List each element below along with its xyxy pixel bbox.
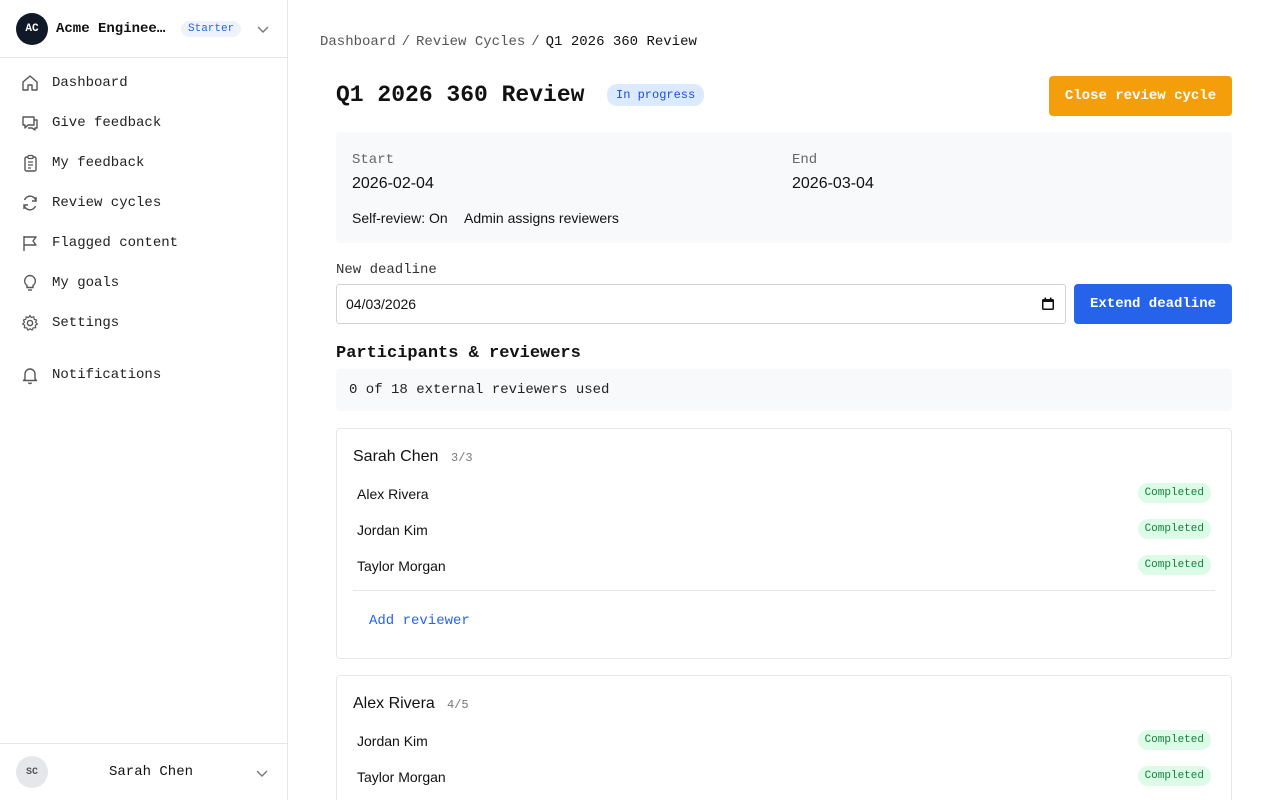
reviewer-name: Alex Rivera: [357, 486, 429, 502]
status-badge: Completed: [1137, 730, 1211, 750]
sidebar-item-settings[interactable]: Settings: [20, 311, 119, 335]
sidebar-item-label: Review cycles: [52, 195, 162, 211]
close-review-cycle-button[interactable]: Close review cycle: [1049, 76, 1232, 116]
sidebar-item-my-feedback[interactable]: My feedback: [20, 151, 144, 175]
status-badge: Completed: [1137, 766, 1211, 786]
self-review-setting: Self-review: On: [352, 210, 448, 226]
new-deadline-field[interactable]: 04/03/2026: [336, 284, 1066, 324]
clipboard-icon: [24, 154, 37, 172]
new-deadline-value: 04/03/2026: [346, 296, 417, 312]
status-badge: Completed: [1137, 519, 1211, 539]
sidebar-item-notifications[interactable]: Notifications: [20, 363, 161, 387]
sidebar-divider: [0, 57, 287, 58]
gear-icon: [22, 314, 38, 331]
flag-icon: [23, 236, 37, 251]
reviewer-name: Taylor Morgan: [357, 558, 446, 574]
sidebar-item-label: Settings: [52, 315, 120, 331]
participant-name: Sarah Chen: [353, 448, 439, 465]
reviewer-assignment-setting: Admin assigns reviewers: [464, 210, 619, 226]
breadcrumb: Dashboard / Review Cycles / Q1 2026 360 …: [320, 34, 703, 50]
status-badge: Completed: [1137, 555, 1211, 575]
participants-heading: Participants & reviewers: [336, 344, 581, 363]
start-value: 2026-02-04: [352, 175, 434, 192]
status-badge: Completed: [1137, 483, 1211, 503]
breadcrumb-separator: /: [401, 34, 411, 50]
org-avatar: AC: [16, 13, 48, 45]
org-switcher[interactable]: AC Acme Engineering Starter: [16, 12, 272, 46]
sidebar-item-label: Give feedback: [52, 115, 162, 131]
avatar: SC: [16, 756, 48, 788]
start-label: Start: [352, 152, 395, 168]
participant-card: Sarah Chen 3/3 Alex Rivera Completed Jor…: [336, 428, 1232, 659]
external-reviewer-quota: 0 of 18 external reviewers used: [336, 369, 1232, 411]
reviewer-name: Taylor Morgan: [357, 769, 446, 785]
breadcrumb-separator: /: [531, 34, 540, 50]
reviewer-name: Jordan Kim: [357, 733, 428, 749]
calendar-icon[interactable]: [1041, 297, 1055, 311]
sidebar-item-dashboard[interactable]: Dashboard: [20, 71, 128, 95]
end-label: End: [792, 152, 818, 168]
breadcrumb-link-review-cycles[interactable]: Review Cycles: [416, 34, 525, 50]
cycle-info-card: Start 2026-02-04 End 2026-03-04 Self-rev…: [336, 132, 1232, 243]
new-deadline-label: New deadline: [336, 262, 437, 278]
chevron-down-icon[interactable]: [255, 766, 269, 780]
breadcrumb-link-dashboard[interactable]: Dashboard: [320, 34, 396, 50]
status-badge: In progress: [607, 84, 705, 106]
sidebar-item-label: Flagged content: [52, 235, 179, 251]
review-count: 3/3: [451, 451, 473, 465]
sidebar-item-label: My feedback: [52, 155, 145, 171]
sidebar-item-give-feedback[interactable]: Give feedback: [20, 111, 161, 135]
user-menu[interactable]: SC Sarah Chen: [0, 743, 287, 800]
sidebar-item-label: Dashboard: [52, 75, 128, 91]
org-name: Acme Engineering: [56, 21, 172, 37]
refresh-icon: [23, 195, 37, 211]
add-reviewer-button[interactable]: Add reviewer: [369, 613, 470, 629]
reviewer-name: Jordan Kim: [357, 522, 428, 538]
participant-name: Alex Rivera: [353, 695, 435, 712]
sidebar-item-label: Notifications: [52, 367, 162, 383]
chevron-down-icon[interactable]: [256, 22, 270, 36]
user-name: Sarah Chen: [109, 764, 194, 780]
participant-card: Alex Rivera 4/5 Jordan Kim Completed Tay…: [336, 675, 1232, 800]
extend-deadline-button[interactable]: Extend deadline: [1074, 284, 1232, 324]
sidebar-item-flagged-content[interactable]: Flagged content: [20, 231, 178, 255]
sidebar-item-label: My goals: [52, 275, 120, 291]
home-icon: [22, 75, 38, 91]
breadcrumb-current: Q1 2026 360 Review: [545, 34, 697, 50]
review-count: 4/5: [447, 698, 469, 712]
bell-icon: [22, 368, 38, 385]
sidebar-item-my-goals[interactable]: My goals: [20, 271, 119, 295]
sidebar: AC Acme Engineering Starter Dashboard Gi…: [0, 0, 288, 800]
page-title: Q1 2026 360 Review: [336, 82, 585, 108]
chat-icon: [22, 116, 38, 131]
lightbulb-icon: [23, 274, 37, 291]
end-value: 2026-03-04: [792, 175, 874, 192]
plan-badge: Starter: [181, 21, 242, 37]
sidebar-item-review-cycles[interactable]: Review cycles: [20, 191, 161, 215]
card-divider: [353, 590, 1215, 591]
